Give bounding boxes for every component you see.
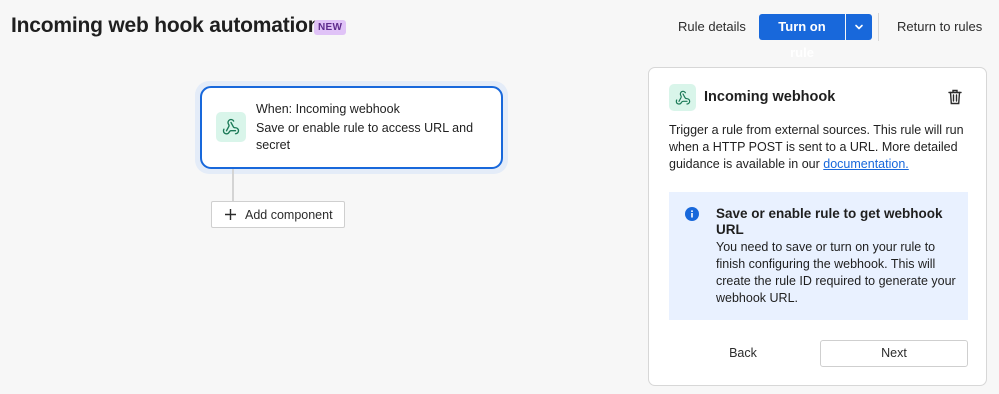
documentation-link[interactable]: documentation. xyxy=(823,157,908,171)
trigger-description: Save or enable rule to access URL and se… xyxy=(256,121,474,152)
webhook-icon xyxy=(222,118,240,135)
chevron-down-icon xyxy=(855,24,863,30)
page-title: Incoming web hook automation xyxy=(11,14,321,37)
info-title: Save or enable rule to get webhook URL xyxy=(716,206,943,237)
header-divider xyxy=(878,13,879,41)
webhook-icon xyxy=(675,90,690,105)
info-icon xyxy=(685,207,699,221)
panel-description: Trigger a rule from external sources. Th… xyxy=(669,122,974,173)
return-to-rules-button[interactable]: Return to rules xyxy=(887,14,992,40)
flow-connector-line xyxy=(232,169,234,202)
header-bar: Incoming web hook automation NEW Rule de… xyxy=(0,0,999,60)
trigger-title: When: Incoming webhook xyxy=(256,102,400,116)
turn-on-button-group: Turn on rule xyxy=(759,14,872,60)
panel-title: Incoming webhook xyxy=(704,89,836,105)
turn-on-rule-button[interactable]: Turn on rule xyxy=(759,14,845,60)
back-button[interactable]: Back xyxy=(669,340,817,367)
trash-icon[interactable] xyxy=(946,88,964,106)
turn-on-dropdown-button[interactable] xyxy=(846,14,872,40)
next-button[interactable]: Next xyxy=(820,340,968,367)
info-body: You need to save or turn on your rule to… xyxy=(716,240,956,305)
new-badge: NEW xyxy=(314,20,347,35)
panel-description-text: Trigger a rule from external sources. Th… xyxy=(669,123,964,171)
trigger-card[interactable]: When: Incoming webhook Save or enable ru… xyxy=(200,86,503,169)
info-message-box: Save or enable rule to get webhook URL Y… xyxy=(669,192,968,320)
panel-icon-container xyxy=(669,84,696,111)
add-component-button[interactable]: Add component xyxy=(211,201,345,228)
add-component-label: Add component xyxy=(245,207,333,222)
plus-icon xyxy=(224,208,237,221)
config-panel: Incoming webhook Trigger a rule from ext… xyxy=(648,67,987,386)
trigger-icon-container xyxy=(216,112,246,142)
rule-details-button[interactable]: Rule details xyxy=(668,14,756,40)
